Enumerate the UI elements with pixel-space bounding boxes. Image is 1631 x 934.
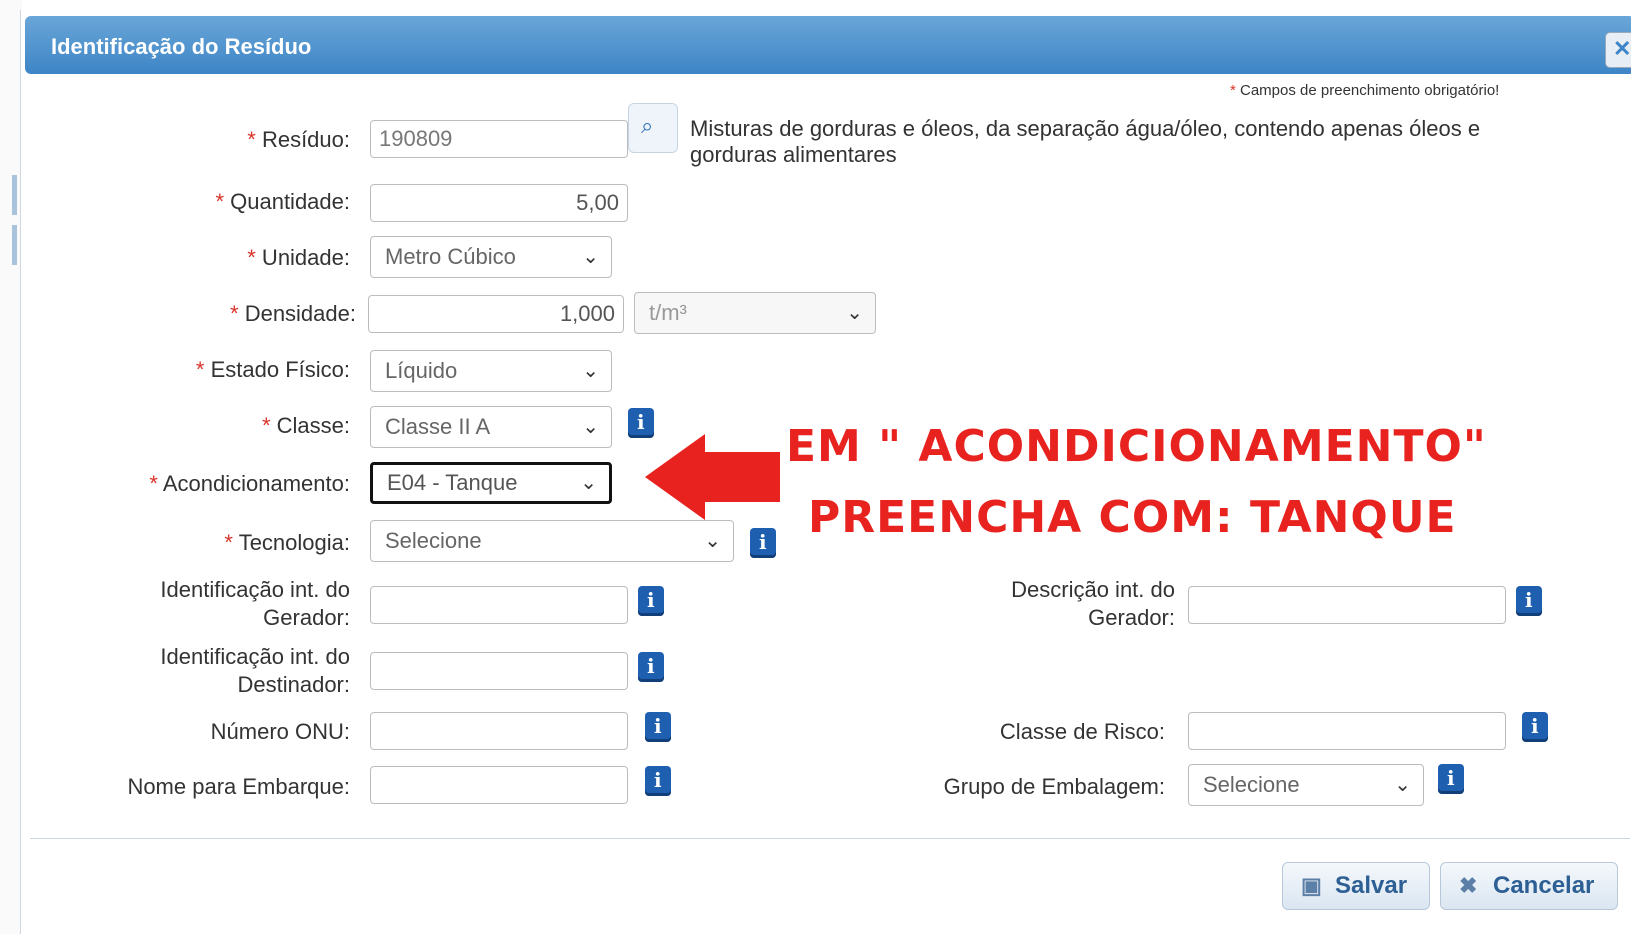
chevron-down-icon: ⌄ xyxy=(580,472,597,494)
desc-gerador-input[interactable] xyxy=(1188,586,1506,624)
classe-value: Classe II A xyxy=(385,414,491,439)
estado-fisico-value: Líquido xyxy=(385,358,458,383)
residuo-search-button[interactable]: ⌕ xyxy=(628,103,678,153)
dialog-title: Identificação do Resíduo xyxy=(51,34,312,59)
estado-fisico-label: * Estado Físico: xyxy=(195,357,350,382)
acondicionamento-select[interactable]: E04 - Tanque ⌄ xyxy=(370,462,612,504)
densidade-label: * Densidade: xyxy=(230,301,356,326)
id-gerador-input[interactable] xyxy=(370,586,628,624)
save-label: Salvar xyxy=(1335,872,1408,899)
residuo-input[interactable]: 190809 xyxy=(370,120,628,158)
quantidade-label: * Quantidade: xyxy=(215,189,350,214)
background-marker xyxy=(12,175,17,215)
grupo-embalagem-info-icon[interactable]: i xyxy=(1438,764,1464,794)
classe-risco-input[interactable] xyxy=(1188,712,1506,750)
grupo-embalagem-select[interactable]: Selecione ⌄ xyxy=(1188,764,1424,806)
chevron-down-icon: ⌄ xyxy=(582,416,599,438)
chevron-down-icon: ⌄ xyxy=(1394,774,1411,796)
unidade-label: * Unidade: xyxy=(247,245,350,270)
unidade-select[interactable]: Metro Cúbico ⌄ xyxy=(370,236,612,278)
classe-label: * Classe: xyxy=(261,413,350,438)
classe-risco-label: Classe de Risco: xyxy=(999,719,1165,744)
dialog-title-bar[interactable]: Identificação do Resíduo ✕ xyxy=(25,16,1631,74)
tecnologia-info-icon[interactable]: i xyxy=(750,528,776,558)
chevron-down-icon: ⌄ xyxy=(846,302,863,324)
nome-embarque-label: Nome para Embarque: xyxy=(127,774,350,799)
chevron-down-icon: ⌄ xyxy=(704,530,721,552)
cancel-label: Cancelar xyxy=(1493,872,1595,899)
nome-embarque-input[interactable] xyxy=(370,766,628,804)
residuo-label: * Resíduo: xyxy=(247,127,350,152)
tecnologia-value: Selecione xyxy=(385,528,482,553)
footer-divider xyxy=(30,838,1630,839)
numero-onu-info-icon[interactable]: i xyxy=(645,712,671,742)
close-icon: ✕ xyxy=(1613,36,1631,61)
tecnologia-select[interactable]: Selecione ⌄ xyxy=(370,520,734,562)
densidade-input[interactable]: 1,000 xyxy=(368,295,624,333)
estado-fisico-select[interactable]: Líquido ⌄ xyxy=(370,350,612,392)
classe-select[interactable]: Classe II A ⌄ xyxy=(370,406,612,448)
tecnologia-label: * Tecnologia: xyxy=(224,530,350,555)
densidade-unit-select[interactable]: t/m³ ⌄ xyxy=(634,292,876,334)
id-destinador-info-icon[interactable]: i xyxy=(638,652,664,682)
required-fields-note: * Campos de preenchimento obrigatório! xyxy=(1230,82,1500,99)
residuo-description: Misturas de gorduras e óleos, da separaç… xyxy=(690,116,1481,167)
unidade-value: Metro Cúbico xyxy=(385,244,516,269)
desc-gerador-label: Descrição int. do Gerador: xyxy=(1011,577,1175,630)
classe-risco-info-icon[interactable]: i xyxy=(1522,712,1548,742)
desc-gerador-info-icon[interactable]: i xyxy=(1516,586,1542,616)
chevron-down-icon: ⌄ xyxy=(582,246,599,268)
numero-onu-input[interactable] xyxy=(370,712,628,750)
id-gerador-info-icon[interactable]: i xyxy=(638,586,664,616)
red-arrow-icon xyxy=(645,434,780,520)
quantidade-input[interactable]: 5,00 xyxy=(370,184,628,222)
grupo-embalagem-label: Grupo de Embalagem: xyxy=(943,774,1165,799)
annotation-line-1: EM " ACONDICIONAMENTO" xyxy=(786,421,1487,472)
id-gerador-label: Identificação int. do Gerador: xyxy=(160,577,350,630)
save-button[interactable]: ▣ Salvar xyxy=(1282,862,1430,910)
nome-embarque-info-icon[interactable]: i xyxy=(645,766,671,796)
acondicionamento-value: E04 - Tanque xyxy=(387,470,518,495)
densidade-unit-value: t/m³ xyxy=(649,300,687,325)
save-icon: ▣ xyxy=(1301,873,1322,898)
id-destinador-label: Identificação int. do Destinador: xyxy=(160,644,350,697)
cancel-button[interactable]: ✖ Cancelar xyxy=(1440,862,1618,910)
close-icon: ✖ xyxy=(1459,873,1478,898)
numero-onu-label: Número ONU: xyxy=(210,719,350,744)
grupo-embalagem-value: Selecione xyxy=(1203,772,1300,797)
search-icon: ⌕ xyxy=(641,113,654,138)
chevron-down-icon: ⌄ xyxy=(582,360,599,382)
id-destinador-input[interactable] xyxy=(370,652,628,690)
acondicionamento-label: * Acondicionamento: xyxy=(149,471,350,496)
annotation-line-2: PREENCHA COM: TANQUE xyxy=(808,492,1457,543)
background-page-strip xyxy=(0,0,22,934)
background-marker xyxy=(12,225,17,265)
close-button[interactable]: ✕ xyxy=(1605,32,1631,68)
